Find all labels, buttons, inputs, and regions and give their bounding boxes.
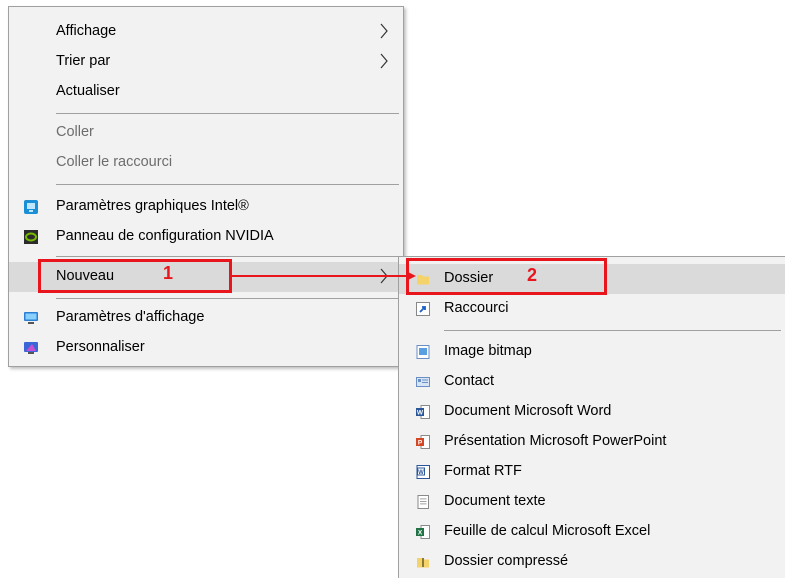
menu-item-nvidia[interactable]: Panneau de configuration NVIDIA [9, 222, 403, 252]
annotation-number-2: 2 [527, 265, 538, 285]
intel-graphics-icon [24, 200, 38, 214]
menu-separator [56, 184, 399, 185]
submenu-item-excel[interactable]: X Feuille de calcul Microsoft Excel [399, 517, 785, 547]
submenu-item-zip-folder[interactable]: Dossier compressé [399, 547, 785, 577]
submenu-item-label: Raccourci [444, 300, 509, 316]
svg-text:X: X [418, 530, 423, 537]
menu-item-label: Coller [56, 124, 94, 140]
powerpoint-icon: P [416, 435, 430, 449]
submenu-item-label: Contact [444, 373, 494, 389]
text-document-icon [417, 495, 429, 509]
menu-item-actualiser[interactable]: Actualiser [9, 77, 403, 107]
menu-item-label: Coller le raccourci [56, 154, 173, 170]
menu-item-intel-graphics[interactable]: Paramètres graphiques Intel® [9, 192, 403, 222]
shortcut-icon [416, 302, 430, 316]
zip-folder-icon [417, 558, 429, 568]
excel-spreadsheet-icon: X [416, 525, 430, 539]
submenu-item-label: Présentation Microsoft PowerPoint [444, 433, 667, 449]
menu-separator [56, 113, 399, 114]
menu-separator [56, 256, 399, 257]
personalize-icon [24, 342, 38, 354]
desktop-context-menu: Affichage Trier par Actualiser Coller Co… [8, 6, 404, 367]
rtf-document-icon: W [416, 465, 430, 479]
menu-item-parametres-affichage[interactable]: Paramètres d'affichage [9, 303, 403, 333]
annotation-arrow [232, 271, 416, 281]
menu-item-affichage[interactable]: Affichage [9, 17, 403, 47]
chevron-right-icon [380, 23, 388, 39]
svg-text:W: W [418, 470, 424, 476]
menu-item-label: Trier par [56, 53, 111, 69]
submenu-item-label: Image bitmap [444, 343, 532, 359]
new-submenu: Dossier Raccourci Image bitmap Contact W [398, 256, 785, 578]
annotation-number-1: 1 [163, 263, 174, 283]
submenu-item-label: Dossier compressé [444, 553, 569, 569]
submenu-item-label: Document Microsoft Word [444, 403, 612, 419]
menu-item-label: Actualiser [56, 83, 120, 99]
submenu-item-powerpoint[interactable]: P Présentation Microsoft PowerPoint [399, 427, 785, 457]
submenu-item-contact[interactable]: Contact [399, 367, 785, 397]
contact-card-icon [416, 377, 430, 387]
submenu-item-word[interactable]: W Document Microsoft Word [399, 397, 785, 427]
svg-text:W: W [417, 410, 424, 417]
nvidia-icon [24, 230, 38, 244]
submenu-item-label: Format RTF [444, 463, 522, 479]
menu-item-label: Paramètres d'affichage [56, 309, 205, 325]
submenu-item-label: Feuille de calcul Microsoft Excel [444, 523, 651, 539]
submenu-item-text-document[interactable]: Document texte [399, 487, 785, 517]
menu-item-label: Paramètres graphiques Intel® [56, 198, 249, 214]
bitmap-image-icon [416, 345, 430, 359]
menu-item-personnaliser[interactable]: Personnaliser [9, 333, 403, 363]
annotation-box-1 [38, 259, 232, 293]
chevron-right-icon [380, 53, 388, 69]
menu-item-label: Panneau de configuration NVIDIA [56, 228, 274, 244]
submenu-item-rtf[interactable]: W Format RTF [399, 457, 785, 487]
svg-text:P: P [418, 440, 423, 447]
submenu-item-label: Document texte [444, 493, 546, 509]
menu-item-coller-raccourci: Coller le raccourci [9, 148, 403, 178]
annotation-box-2 [406, 258, 607, 295]
menu-item-label: Affichage [56, 23, 117, 39]
menu-separator [56, 298, 399, 299]
display-settings-icon [24, 312, 38, 324]
menu-separator [444, 330, 781, 331]
submenu-item-image-bitmap[interactable]: Image bitmap [399, 337, 785, 367]
menu-item-coller: Coller [9, 118, 403, 148]
menu-item-label: Personnaliser [56, 339, 145, 355]
menu-item-trier-par[interactable]: Trier par [9, 47, 403, 77]
word-document-icon: W [416, 405, 430, 419]
submenu-item-raccourci[interactable]: Raccourci [399, 294, 785, 324]
